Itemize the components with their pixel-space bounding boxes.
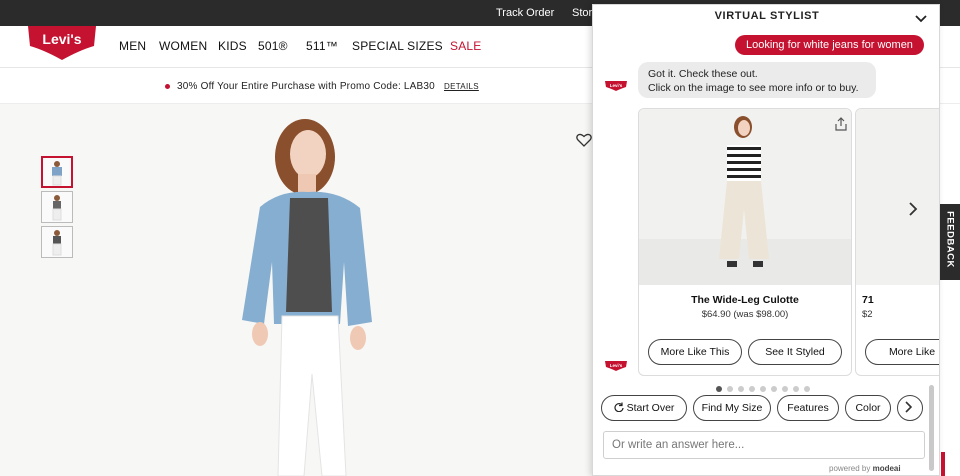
stores-link[interactable]: Stor (572, 7, 592, 19)
product-thumbnail-2[interactable] (41, 191, 73, 223)
logo-text: Levi's (42, 31, 81, 47)
share-icon[interactable] (835, 117, 847, 131)
refresh-icon (613, 402, 624, 413)
bot-message: Got it. Check these out. Click on the im… (638, 62, 876, 98)
nav-501[interactable]: 501® (258, 39, 288, 53)
product-card[interactable]: 71 $2 More Like (855, 108, 939, 376)
chevron-right-icon (905, 401, 913, 413)
see-it-styled-button[interactable]: See It Styled (748, 339, 842, 365)
carousel-dot[interactable] (793, 386, 799, 392)
feedback-tab[interactable]: FEEDBACK (940, 204, 960, 280)
product-name: The Wide-Leg Culotte (691, 294, 799, 306)
powered-by: powered by modeai (829, 464, 901, 473)
more-like-this-button[interactable]: More Like This (648, 339, 742, 365)
carousel-dot[interactable] (782, 386, 788, 392)
chat-title: VIRTUAL STYLIST (714, 10, 820, 22)
carousel-dot[interactable] (749, 386, 755, 392)
start-over-label: Start Over (626, 402, 675, 414)
promo-text: 30% Off Your Entire Purchase with Promo … (177, 81, 435, 92)
carousel-dot[interactable] (738, 386, 744, 392)
color-button[interactable]: Color (845, 395, 891, 421)
bot-avatar-logo-text: Levi's (610, 363, 623, 368)
product-price: $2 (862, 309, 873, 320)
bot-message-line-2: Click on the image to see more info or t… (648, 82, 859, 94)
promo-details-link[interactable]: DETAILS (444, 82, 479, 91)
modeai-brand: modeai (872, 464, 901, 473)
product-name: 71 (862, 294, 874, 306)
product-price: $64.90 (was $98.00) (701, 309, 789, 320)
find-my-size-button[interactable]: Find My Size (693, 395, 771, 421)
levis-logo[interactable]: Levi's (26, 26, 98, 60)
track-order-link[interactable]: Track Order (496, 7, 554, 19)
virtual-stylist-panel: VIRTUAL STYLIST Looking for white jeans … (592, 4, 940, 476)
powered-by-label: powered by (829, 464, 871, 473)
chevron-down-icon[interactable] (915, 11, 927, 23)
promo-bullet (165, 84, 170, 89)
product-card-image[interactable] (639, 109, 851, 285)
feedback-label: FEEDBACK (944, 211, 956, 268)
page: Track Order Stor Levi's MEN WOMEN KIDS 5… (0, 0, 960, 476)
edge-accent (941, 452, 945, 476)
nav-kids[interactable]: KIDS (218, 39, 247, 53)
start-over-button[interactable]: Start Over (601, 395, 687, 421)
nav-sale[interactable]: SALE (450, 39, 482, 53)
bot-avatar-logo: Levi's (605, 358, 627, 371)
heart-icon[interactable] (576, 133, 592, 147)
more-like-this-button[interactable]: More Like (865, 339, 939, 365)
nav-511[interactable]: 511™ (306, 39, 338, 53)
bot-message-line-1: Got it. Check these out. (648, 68, 758, 80)
bot-avatar-logo-text: Levi's (610, 83, 623, 88)
product-thumbnail-1[interactable] (41, 156, 73, 188)
product-thumbnail-3[interactable] (41, 226, 73, 258)
product-card[interactable]: The Wide-Leg Culotte $64.90 (was $98.00)… (638, 108, 852, 376)
carousel-dot[interactable] (804, 386, 810, 392)
nav-women[interactable]: WOMEN (159, 39, 207, 53)
quick-replies-next-button[interactable] (897, 395, 923, 421)
carousel-next-icon[interactable] (907, 202, 919, 216)
carousel-dot[interactable] (716, 386, 722, 392)
carousel-dot[interactable] (727, 386, 733, 392)
bot-avatar-logo: Levi's (605, 78, 627, 91)
product-card-image[interactable] (856, 109, 939, 285)
chat-scrollbar[interactable] (929, 385, 934, 471)
nav-special-sizes[interactable]: SPECIAL SIZES (352, 39, 443, 53)
carousel-dot[interactable] (760, 386, 766, 392)
features-button[interactable]: Features (777, 395, 839, 421)
chat-input[interactable]: Or write an answer here... (603, 431, 925, 459)
nav-men[interactable]: MEN (119, 39, 146, 53)
product-model-image (220, 112, 400, 476)
carousel-dot[interactable] (771, 386, 777, 392)
user-message: Looking for white jeans for women (735, 35, 924, 55)
